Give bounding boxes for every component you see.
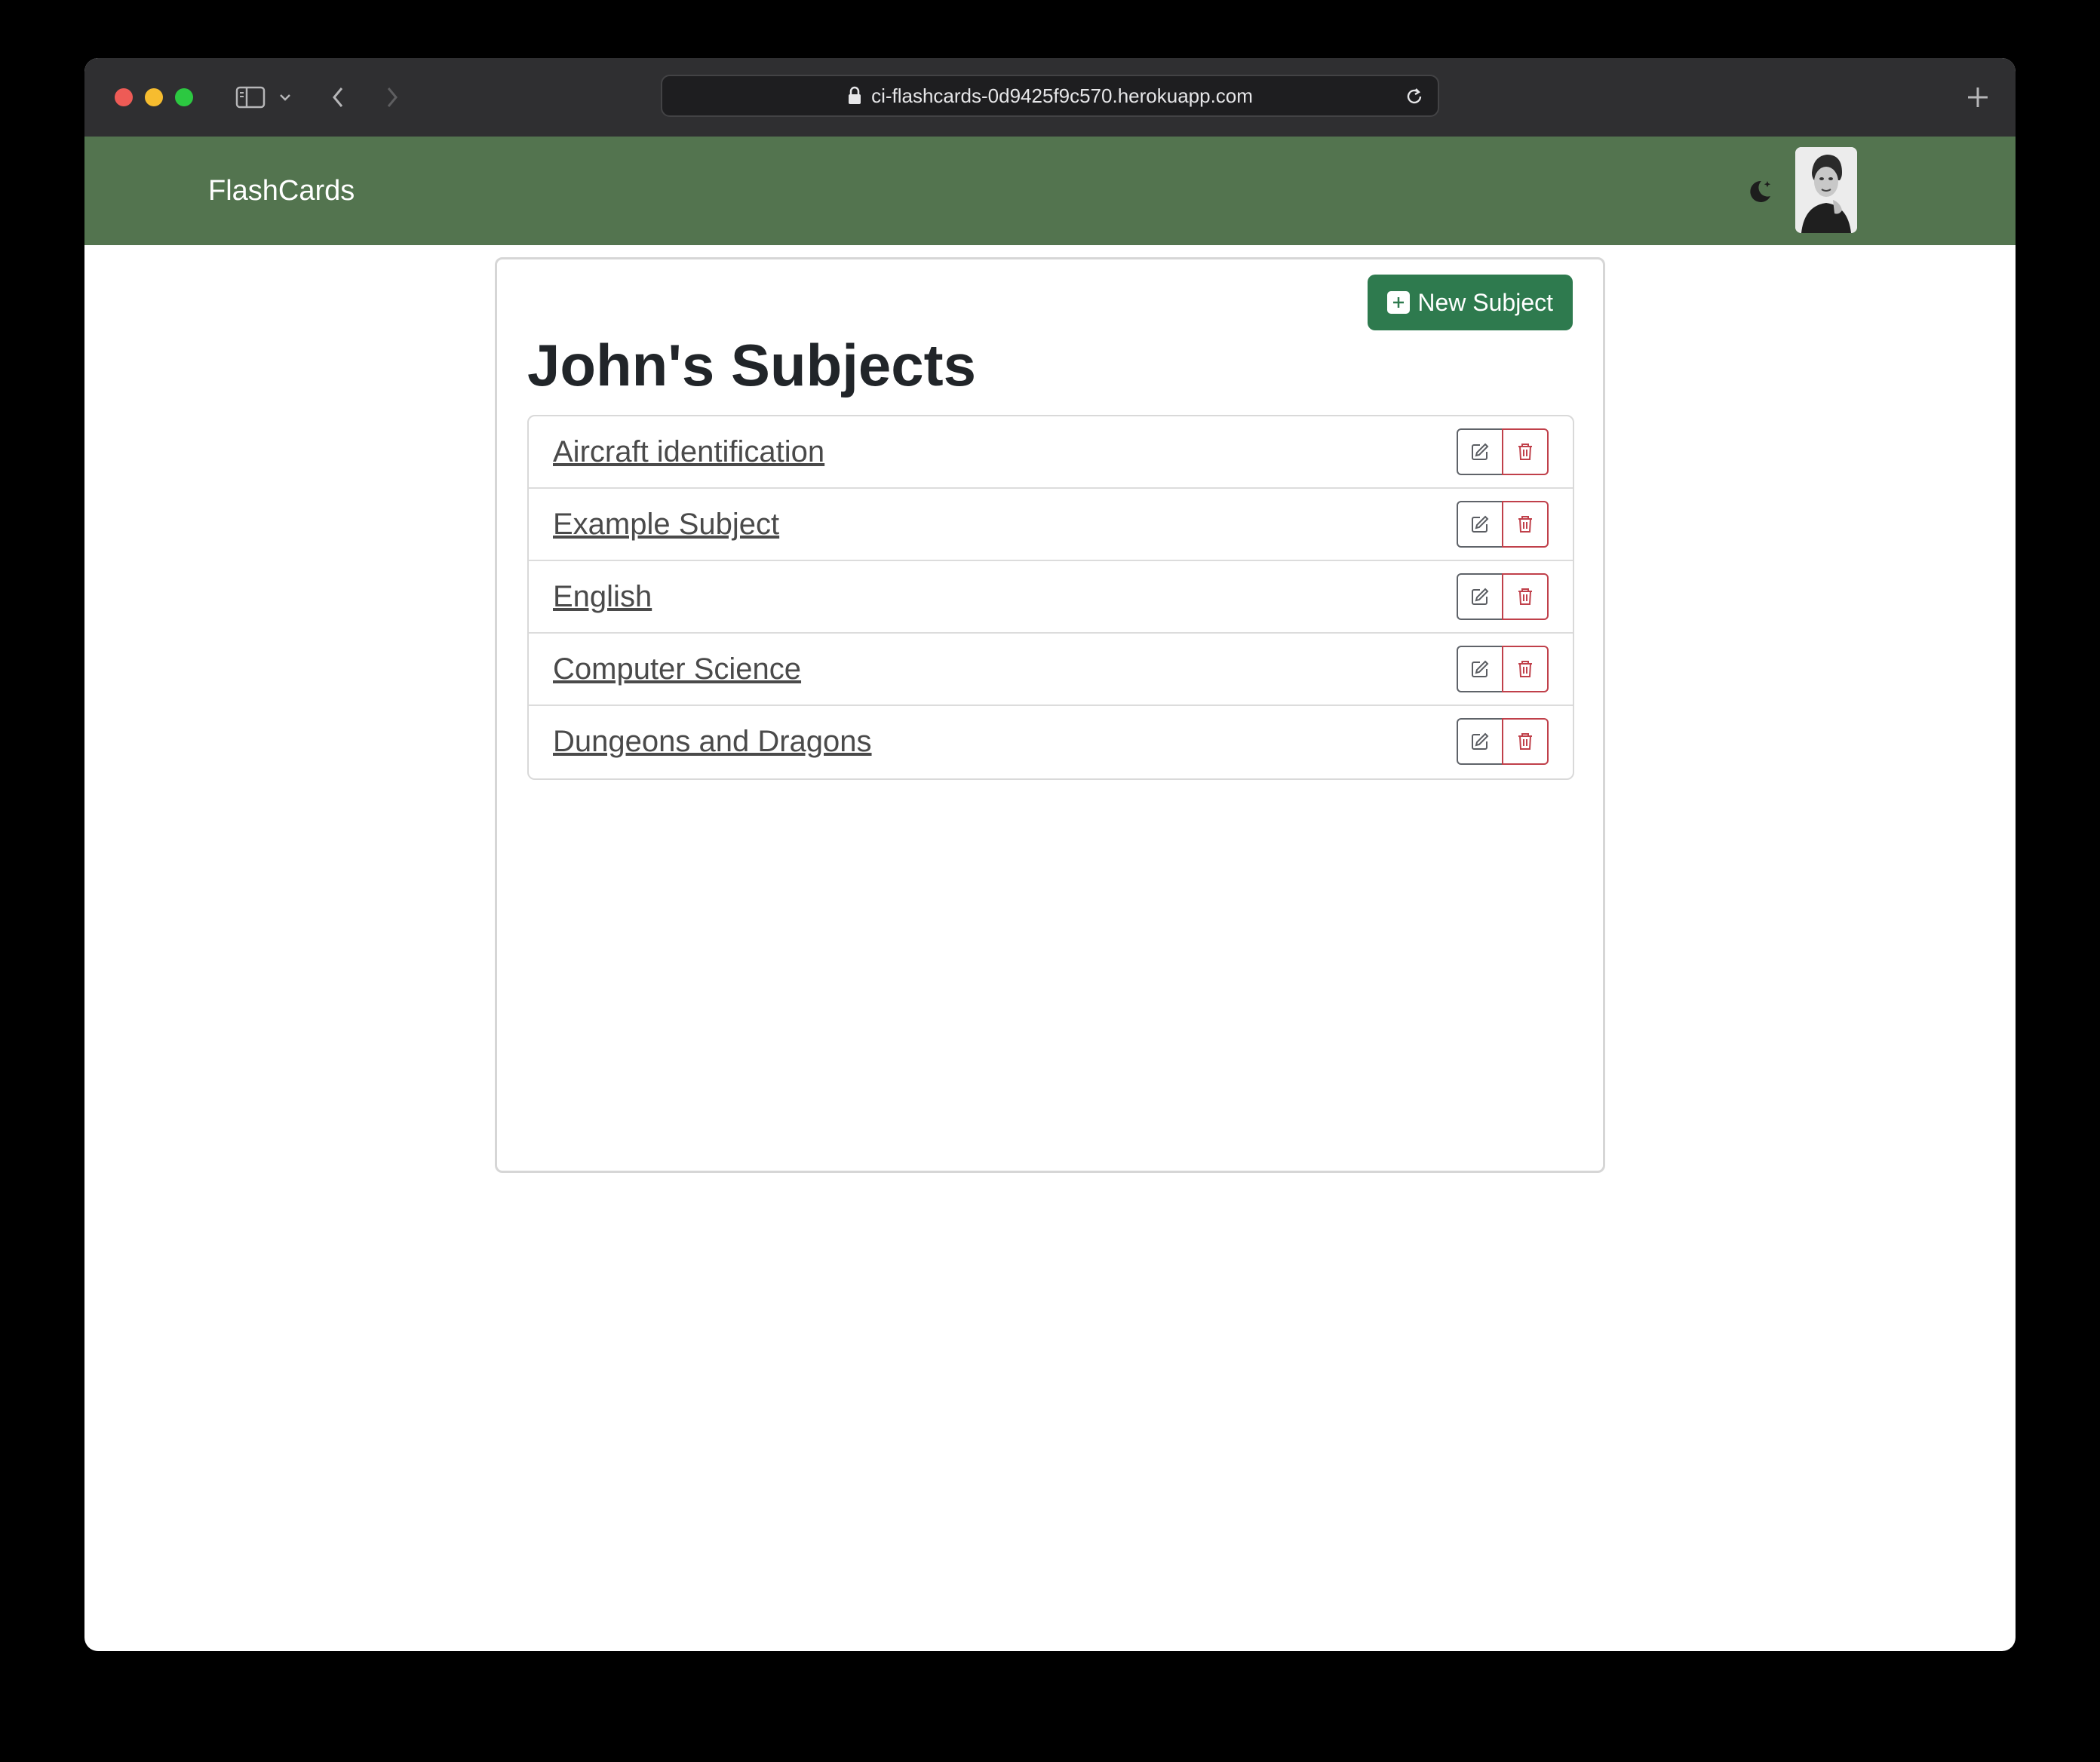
list-item: Aircraft identification — [529, 416, 1573, 489]
site-navbar: FlashCards — [84, 137, 2016, 245]
edit-subject-button[interactable] — [1457, 428, 1503, 475]
subject-actions — [1457, 501, 1549, 548]
edit-subject-button[interactable] — [1457, 718, 1503, 765]
pencil-square-icon — [1472, 443, 1489, 460]
new-subject-label: New Subject — [1417, 288, 1553, 316]
zoom-window-button[interactable] — [175, 88, 193, 106]
subject-link[interactable]: English — [553, 561, 652, 632]
new-tab-icon[interactable] — [1961, 81, 1994, 114]
list-item: English — [529, 561, 1573, 634]
reload-icon[interactable] — [1403, 85, 1426, 108]
list-item: Computer Science — [529, 634, 1573, 706]
forward-icon[interactable] — [377, 81, 407, 114]
subject-link[interactable]: Example Subject — [553, 489, 779, 560]
delete-subject-button[interactable] — [1502, 646, 1549, 692]
edit-subject-button[interactable] — [1457, 646, 1503, 692]
plus-square-icon — [1387, 291, 1411, 314]
user-avatar[interactable] — [1795, 147, 1857, 233]
browser-toolbar: ci-flashcards-0d9425f9c570.herokuapp.com — [84, 58, 2016, 138]
subject-link[interactable]: Computer Science — [553, 634, 801, 704]
subject-actions — [1457, 428, 1549, 475]
sidebar-icon[interactable] — [232, 81, 269, 114]
minimize-window-button[interactable] — [145, 88, 163, 106]
list-item: Example Subject — [529, 489, 1573, 561]
subject-actions — [1457, 573, 1549, 620]
back-icon[interactable] — [323, 81, 353, 114]
edit-subject-button[interactable] — [1457, 573, 1503, 620]
brand-link[interactable]: FlashCards — [208, 137, 355, 245]
chevron-down-icon[interactable] — [275, 81, 296, 114]
trash-icon — [1518, 588, 1532, 605]
close-window-button[interactable] — [115, 88, 133, 106]
delete-subject-button[interactable] — [1502, 501, 1549, 548]
browser-window: ci-flashcards-0d9425f9c570.herokuapp.com… — [84, 58, 2016, 1651]
subject-actions — [1457, 646, 1549, 692]
subject-link[interactable]: Aircraft identification — [553, 416, 824, 487]
delete-subject-button[interactable] — [1502, 428, 1549, 475]
moon-stars-icon[interactable] — [1742, 174, 1777, 209]
delete-subject-button[interactable] — [1502, 718, 1549, 765]
subject-actions — [1457, 718, 1549, 765]
delete-subject-button[interactable] — [1502, 573, 1549, 620]
pencil-square-icon — [1472, 660, 1489, 677]
subjects-card: New Subject John's Subjects Aircraft ide… — [495, 257, 1605, 1173]
address-bar[interactable]: ci-flashcards-0d9425f9c570.herokuapp.com — [661, 75, 1439, 117]
trash-icon — [1518, 516, 1532, 533]
page-title: John's Subjects — [527, 332, 977, 398]
lock-icon — [847, 86, 862, 106]
pencil-square-icon — [1472, 588, 1489, 605]
new-subject-button[interactable]: New Subject — [1368, 275, 1573, 330]
url-text: ci-flashcards-0d9425f9c570.herokuapp.com — [871, 84, 1253, 107]
trash-icon — [1518, 444, 1532, 460]
trash-icon — [1518, 733, 1532, 750]
subject-list: Aircraft identification Example Subject — [527, 415, 1574, 780]
pencil-square-icon — [1472, 515, 1489, 533]
list-item: Dungeons and Dragons — [529, 706, 1573, 778]
subject-link[interactable]: Dungeons and Dragons — [553, 706, 872, 777]
pencil-square-icon — [1472, 732, 1489, 750]
edit-subject-button[interactable] — [1457, 501, 1503, 548]
trash-icon — [1518, 661, 1532, 677]
